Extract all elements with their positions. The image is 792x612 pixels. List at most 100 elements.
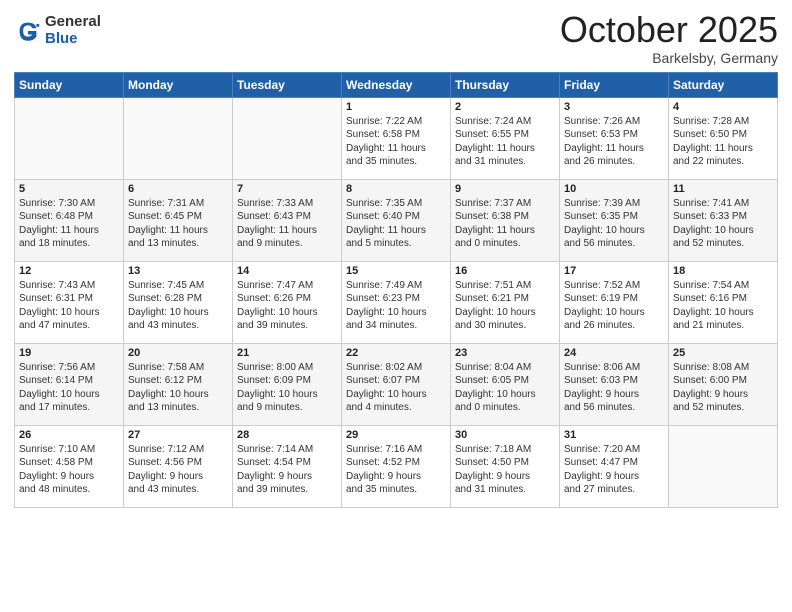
day-number: 16: [455, 265, 555, 277]
calendar-cell: [233, 97, 342, 179]
calendar-cell: 4 Sunrise: 7:28 AMSunset: 6:50 PMDaylight…: [669, 97, 778, 179]
calendar-cell: 17 Sunrise: 7:52 AMSunset: 6:19 PMDayligh…: [560, 261, 669, 343]
cell-content: Sunrise: 7:41 AMSunset: 6:33 PMDaylight:…: [673, 197, 773, 251]
cell-content: Sunrise: 7:39 AMSunset: 6:35 PMDaylight:…: [564, 197, 664, 251]
day-number: 2: [455, 101, 555, 113]
cell-content: Sunrise: 7:51 AMSunset: 6:21 PMDaylight:…: [455, 279, 555, 333]
day-number: 6: [128, 183, 228, 195]
page-container: General Blue October 2025 Barkelsby, Ger…: [0, 0, 792, 518]
week-row-2: 5Sunrise: 7:30 AMSunset: 6:48 PMDaylight…: [15, 179, 778, 261]
cell-content: Sunrise: 7:56 AMSunset: 6:14 PMDaylight:…: [19, 361, 119, 415]
logo-text: General Blue: [45, 14, 101, 47]
calendar-cell: 19 Sunrise: 7:56 AMSunset: 6:14 PMDayligh…: [15, 343, 124, 425]
day-number: 28: [237, 429, 337, 441]
week-row-3: 12 Sunrise: 7:43 AMSunset: 6:31 PMDayligh…: [15, 261, 778, 343]
day-number: 13: [128, 265, 228, 277]
cell-content: Sunrise: 7:45 AMSunset: 6:28 PMDaylight:…: [128, 279, 228, 333]
week-row-5: 26 Sunrise: 7:10 AMSunset: 4:58 PMDayligh…: [15, 425, 778, 507]
day-number: 18: [673, 265, 773, 277]
cell-content: Sunrise: 7:43 AMSunset: 6:31 PMDaylight:…: [19, 279, 119, 333]
logo: General Blue: [14, 14, 101, 47]
calendar-cell: 10 Sunrise: 7:39 AMSunset: 6:35 PMDayligh…: [560, 179, 669, 261]
day-number: 17: [564, 265, 664, 277]
day-number: 15: [346, 265, 446, 277]
cell-content: Sunrise: 7:10 AMSunset: 4:58 PMDaylight:…: [19, 443, 119, 497]
calendar-body: 1 Sunrise: 7:22 AMSunset: 6:58 PMDaylight…: [15, 97, 778, 507]
header-row: SundayMondayTuesdayWednesdayThursdayFrid…: [15, 72, 778, 97]
calendar-cell: 28Sunrise: 7:14 AMSunset: 4:54 PMDayligh…: [233, 425, 342, 507]
week-row-1: 1 Sunrise: 7:22 AMSunset: 6:58 PMDaylight…: [15, 97, 778, 179]
cell-content: Sunrise: 7:20 AMSunset: 4:47 PMDaylight:…: [564, 443, 664, 497]
calendar-cell: 25 Sunrise: 8:08 AMSunset: 6:00 PMDayligh…: [669, 343, 778, 425]
cell-content: Sunrise: 7:52 AMSunset: 6:19 PMDaylight:…: [564, 279, 664, 333]
logo-general-text: General: [45, 14, 101, 31]
calendar-cell: 22Sunrise: 8:02 AMSunset: 6:07 PMDayligh…: [342, 343, 451, 425]
day-header-friday: Friday: [560, 72, 669, 97]
location-subtitle: Barkelsby, Germany: [560, 50, 778, 66]
day-number: 27: [128, 429, 228, 441]
calendar-cell: [669, 425, 778, 507]
day-number: 30: [455, 429, 555, 441]
day-header-sunday: Sunday: [15, 72, 124, 97]
calendar-cell: 3 Sunrise: 7:26 AMSunset: 6:53 PMDaylight…: [560, 97, 669, 179]
cell-content: Sunrise: 7:58 AMSunset: 6:12 PMDaylight:…: [128, 361, 228, 415]
cell-content: Sunrise: 8:08 AMSunset: 6:00 PMDaylight:…: [673, 361, 773, 415]
day-number: 21: [237, 347, 337, 359]
calendar-cell: 16 Sunrise: 7:51 AMSunset: 6:21 PMDayligh…: [451, 261, 560, 343]
cell-content: Sunrise: 7:31 AMSunset: 6:45 PMDaylight:…: [128, 197, 228, 251]
cell-content: Sunrise: 7:24 AMSunset: 6:55 PMDaylight:…: [455, 115, 555, 169]
month-title: October 2025: [560, 10, 778, 50]
week-row-4: 19 Sunrise: 7:56 AMSunset: 6:14 PMDayligh…: [15, 343, 778, 425]
calendar-cell: 26 Sunrise: 7:10 AMSunset: 4:58 PMDayligh…: [15, 425, 124, 507]
calendar-cell: 12 Sunrise: 7:43 AMSunset: 6:31 PMDayligh…: [15, 261, 124, 343]
cell-content: Sunrise: 7:22 AMSunset: 6:58 PMDaylight:…: [346, 115, 446, 169]
calendar-cell: 6 Sunrise: 7:31 AMSunset: 6:45 PMDaylight…: [124, 179, 233, 261]
cell-content: Sunrise: 7:18 AMSunset: 4:50 PMDaylight:…: [455, 443, 555, 497]
day-number: 11: [673, 183, 773, 195]
cell-content: Sunrise: 7:28 AMSunset: 6:50 PMDaylight:…: [673, 115, 773, 169]
cell-content: Sunrise: 7:16 AMSunset: 4:52 PMDaylight:…: [346, 443, 446, 497]
day-number: 12: [19, 265, 119, 277]
day-header-thursday: Thursday: [451, 72, 560, 97]
calendar-cell: [15, 97, 124, 179]
logo-icon: [14, 17, 42, 45]
day-number: 22: [346, 347, 446, 359]
calendar-cell: 1 Sunrise: 7:22 AMSunset: 6:58 PMDaylight…: [342, 97, 451, 179]
day-number: 10: [564, 183, 664, 195]
calendar-cell: 23Sunrise: 8:04 AMSunset: 6:05 PMDayligh…: [451, 343, 560, 425]
day-header-saturday: Saturday: [669, 72, 778, 97]
day-number: 31: [564, 429, 664, 441]
day-number: 26: [19, 429, 119, 441]
title-block: October 2025 Barkelsby, Germany: [560, 10, 778, 66]
day-number: 20: [128, 347, 228, 359]
day-number: 8: [346, 183, 446, 195]
day-number: 24: [564, 347, 664, 359]
cell-content: Sunrise: 7:26 AMSunset: 6:53 PMDaylight:…: [564, 115, 664, 169]
calendar-cell: 7 Sunrise: 7:33 AMSunset: 6:43 PMDaylight…: [233, 179, 342, 261]
day-number: 23: [455, 347, 555, 359]
cell-content: Sunrise: 7:49 AMSunset: 6:23 PMDaylight:…: [346, 279, 446, 333]
calendar-table: SundayMondayTuesdayWednesdayThursdayFrid…: [14, 72, 778, 508]
day-number: 4: [673, 101, 773, 113]
cell-content: Sunrise: 7:12 AMSunset: 4:56 PMDaylight:…: [128, 443, 228, 497]
calendar-cell: 30 Sunrise: 7:18 AMSunset: 4:50 PMDayligh…: [451, 425, 560, 507]
calendar-cell: 21Sunrise: 8:00 AMSunset: 6:09 PMDayligh…: [233, 343, 342, 425]
day-number: 29: [346, 429, 446, 441]
day-number: 5: [19, 183, 119, 195]
calendar-cell: 13 Sunrise: 7:45 AMSunset: 6:28 PMDayligh…: [124, 261, 233, 343]
cell-content: Sunrise: 7:33 AMSunset: 6:43 PMDaylight:…: [237, 197, 337, 251]
calendar-cell: 27 Sunrise: 7:12 AMSunset: 4:56 PMDayligh…: [124, 425, 233, 507]
day-header-monday: Monday: [124, 72, 233, 97]
day-number: 25: [673, 347, 773, 359]
cell-content: Sunrise: 8:06 AMSunset: 6:03 PMDaylight:…: [564, 361, 664, 415]
calendar-cell: 15 Sunrise: 7:49 AMSunset: 6:23 PMDayligh…: [342, 261, 451, 343]
day-number: 1: [346, 101, 446, 113]
day-number: 7: [237, 183, 337, 195]
day-header-tuesday: Tuesday: [233, 72, 342, 97]
day-header-wednesday: Wednesday: [342, 72, 451, 97]
day-number: 3: [564, 101, 664, 113]
cell-content: Sunrise: 7:47 AMSunset: 6:26 PMDaylight:…: [237, 279, 337, 333]
logo-blue-text: Blue: [45, 31, 101, 48]
day-number: 19: [19, 347, 119, 359]
calendar-cell: [124, 97, 233, 179]
